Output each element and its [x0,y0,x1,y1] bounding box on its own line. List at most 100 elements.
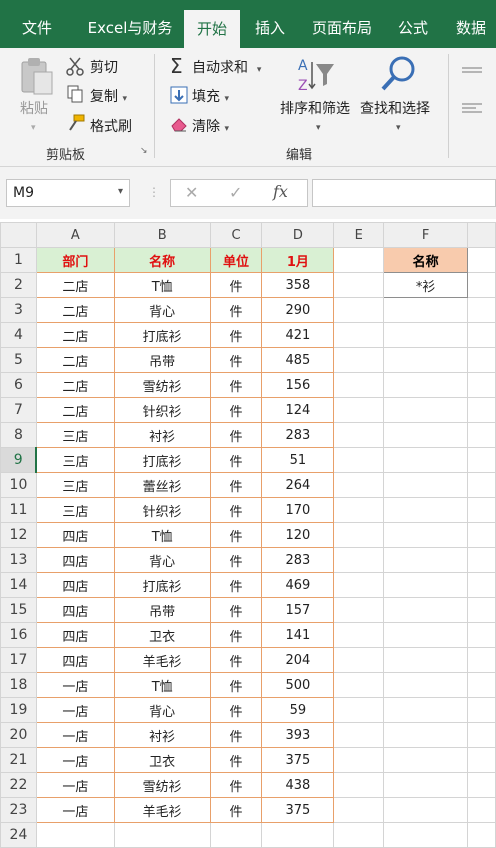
cell[interactable]: 二店 [35,322,115,348]
cell[interactable]: 针织衫 [113,397,211,423]
criteria-header-cell[interactable]: 名称 [383,247,468,273]
cell[interactable] [333,572,385,598]
cell[interactable] [383,647,468,673]
cell[interactable]: 59 [261,697,335,723]
cell[interactable] [333,322,385,348]
cell[interactable]: 背心 [113,697,211,723]
column-header[interactable]: C [209,222,263,248]
cell[interactable]: 件 [209,347,263,373]
cell[interactable]: 375 [261,797,335,823]
fill-dropdown-icon[interactable]: ▾ [224,94,229,104]
cell[interactable] [467,347,496,373]
cell[interactable]: 三店 [35,422,115,448]
cell[interactable]: 雪纺衫 [113,772,211,798]
cell[interactable] [383,772,468,798]
cell[interactable]: 120 [261,522,335,548]
cell[interactable]: 针织衫 [113,497,211,523]
name-box-dropdown-icon[interactable]: ▾ [118,186,123,197]
cell[interactable]: 背心 [113,297,211,323]
cell[interactable]: 背心 [113,547,211,573]
column-header[interactable]: F [383,222,468,248]
table-header-cell[interactable]: 1月 [261,247,335,273]
cell[interactable]: 件 [209,572,263,598]
cell[interactable] [383,347,468,373]
cell[interactable]: 羊毛衫 [113,797,211,823]
cell[interactable]: 打底衫 [113,322,211,348]
cell[interactable] [333,447,385,473]
row-header[interactable]: 7 [0,397,37,423]
row-header[interactable]: 21 [0,747,37,773]
insert-function-icon[interactable]: fx [273,182,288,201]
cell[interactable] [383,522,468,548]
cell[interactable]: 件 [209,422,263,448]
cell[interactable] [467,247,496,273]
format-painter-button[interactable]: 格式刷 [90,116,132,136]
cell[interactable]: 三店 [35,472,115,498]
cell[interactable]: 124 [261,397,335,423]
cell[interactable] [467,322,496,348]
cell[interactable] [333,472,385,498]
row-header[interactable]: 10 [0,472,37,498]
row-header[interactable]: 9 [0,447,38,473]
cell[interactable]: 二店 [35,397,115,423]
cell[interactable]: 件 [209,797,263,823]
cell[interactable] [333,797,385,823]
cell[interactable]: 件 [209,472,263,498]
cell[interactable]: 雪纺衫 [113,372,211,398]
cell[interactable] [467,372,496,398]
autosum-button[interactable]: 自动求和 ▾ [192,57,261,77]
row-header[interactable]: 22 [0,772,37,798]
fill-button[interactable]: 填充 ▾ [192,86,229,106]
cell[interactable]: 157 [261,597,335,623]
cell[interactable] [383,572,468,598]
cell[interactable] [467,822,496,848]
cell[interactable]: 件 [209,622,263,648]
cell[interactable]: 500 [261,672,335,698]
cell[interactable] [333,722,385,748]
cell[interactable] [35,822,115,848]
cell[interactable] [467,722,496,748]
cell[interactable] [467,547,496,573]
cell[interactable] [383,397,468,423]
clear-button[interactable]: 清除 ▾ [192,116,229,136]
cell[interactable]: T恤 [113,672,211,698]
cell[interactable]: 375 [261,747,335,773]
tab-file[interactable]: 文件 [8,0,66,48]
column-header[interactable]: E [333,222,385,248]
cell[interactable]: 一店 [35,797,115,823]
cell[interactable]: T恤 [113,522,211,548]
cell[interactable] [333,247,385,273]
find-select-button[interactable]: 查找和选择 [360,98,430,118]
tab-data[interactable]: 数据 [446,0,496,48]
cell[interactable]: 一店 [35,772,115,798]
cell[interactable]: 51 [261,447,335,473]
cell[interactable]: 卫衣 [113,622,211,648]
sort-filter-dropdown-icon[interactable]: ▾ [316,118,321,134]
paste-button[interactable]: 粘贴 [20,98,48,118]
column-header[interactable]: B [113,222,211,248]
cell[interactable] [333,597,385,623]
row-header[interactable]: 16 [0,622,37,648]
cell[interactable] [467,297,496,323]
paste-dropdown-icon[interactable]: ▾ [31,118,36,134]
cell[interactable]: 一店 [35,672,115,698]
cell[interactable] [333,697,385,723]
criteria-value-cell[interactable]: *衫 [383,272,468,298]
select-all-corner[interactable] [0,222,37,248]
row-header[interactable]: 2 [0,272,37,298]
cell[interactable] [383,622,468,648]
cell[interactable] [209,822,263,848]
row-header[interactable]: 20 [0,722,37,748]
cell[interactable]: 件 [209,597,263,623]
cell[interactable] [467,672,496,698]
cell[interactable]: 件 [209,697,263,723]
cell[interactable]: 四店 [35,547,115,573]
cell[interactable] [383,672,468,698]
cell[interactable] [333,547,385,573]
cell[interactable]: 件 [209,397,263,423]
cell[interactable]: 438 [261,772,335,798]
cell[interactable]: 一店 [35,697,115,723]
cell[interactable]: 件 [209,772,263,798]
cell[interactable]: 四店 [35,522,115,548]
cell[interactable]: 一店 [35,722,115,748]
